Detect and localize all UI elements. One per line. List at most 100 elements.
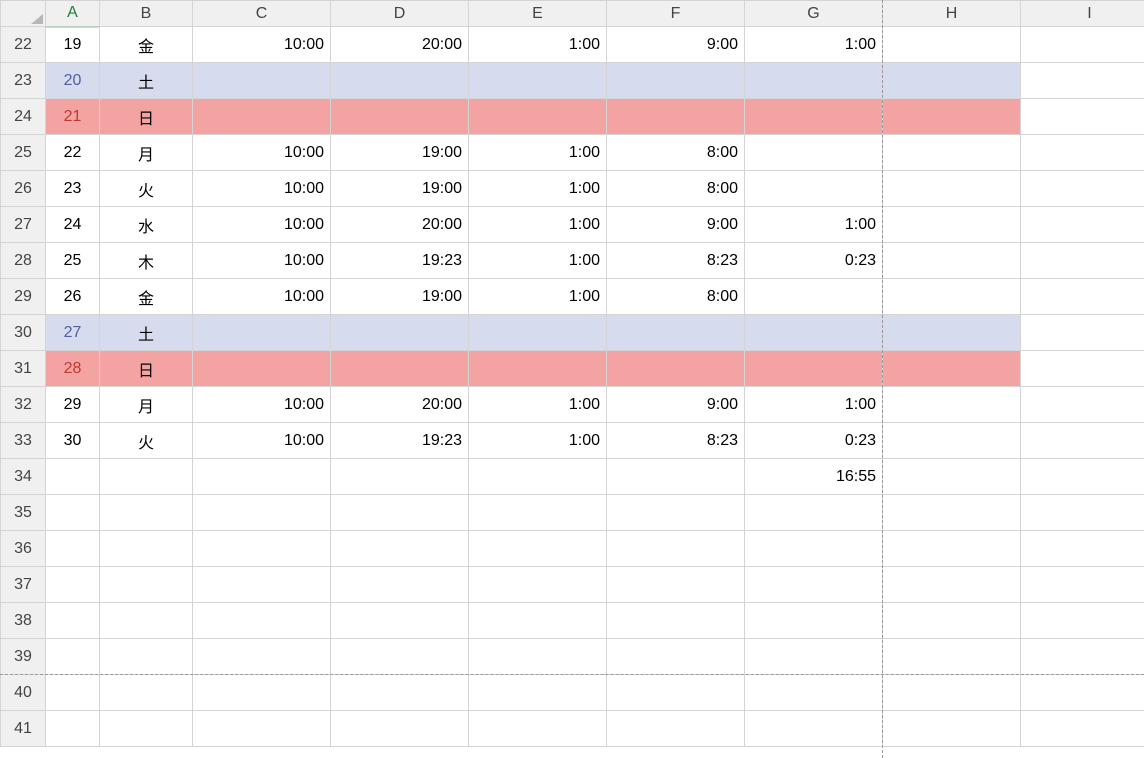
cell-F34[interactable] — [607, 459, 745, 495]
cell-D27[interactable]: 20:00 — [331, 207, 469, 243]
cell-E24[interactable] — [469, 99, 607, 135]
cell-B32[interactable]: 月 — [100, 387, 193, 423]
row-header[interactable]: 35 — [1, 495, 46, 531]
cell-H27[interactable] — [883, 207, 1021, 243]
cell-F27[interactable]: 9:00 — [607, 207, 745, 243]
cell-G28[interactable]: 0:23 — [745, 243, 883, 279]
cell-F22[interactable]: 9:00 — [607, 27, 745, 63]
row-header[interactable]: 24 — [1, 99, 46, 135]
cell-E36[interactable] — [469, 531, 607, 567]
cell-E31[interactable] — [469, 351, 607, 387]
cell-B41[interactable] — [100, 711, 193, 747]
cell-G38[interactable] — [745, 603, 883, 639]
row-header[interactable]: 33 — [1, 423, 46, 459]
cell-H34[interactable] — [883, 459, 1021, 495]
cell-B40[interactable] — [100, 675, 193, 711]
cell-E38[interactable] — [469, 603, 607, 639]
cell-I25[interactable] — [1021, 135, 1144, 171]
cell-C24[interactable] — [193, 99, 331, 135]
cell-B34[interactable] — [100, 459, 193, 495]
cell-F40[interactable] — [607, 675, 745, 711]
cell-A27[interactable]: 24 — [46, 207, 100, 243]
cell-E33[interactable]: 1:00 — [469, 423, 607, 459]
cell-A39[interactable] — [46, 639, 100, 675]
cell-A28[interactable]: 25 — [46, 243, 100, 279]
cell-I34[interactable] — [1021, 459, 1144, 495]
cell-A41[interactable] — [46, 711, 100, 747]
cell-I36[interactable] — [1021, 531, 1144, 567]
cell-H25[interactable] — [883, 135, 1021, 171]
row-header[interactable]: 28 — [1, 243, 46, 279]
cell-D24[interactable] — [331, 99, 469, 135]
cell-H31[interactable] — [883, 351, 1021, 387]
cell-G26[interactable] — [745, 171, 883, 207]
cell-A30[interactable]: 27 — [46, 315, 100, 351]
cell-C41[interactable] — [193, 711, 331, 747]
cell-F25[interactable]: 8:00 — [607, 135, 745, 171]
cell-C26[interactable]: 10:00 — [193, 171, 331, 207]
cell-E35[interactable] — [469, 495, 607, 531]
cell-H40[interactable] — [883, 675, 1021, 711]
cell-G36[interactable] — [745, 531, 883, 567]
cell-B29[interactable]: 金 — [100, 279, 193, 315]
cell-C37[interactable] — [193, 567, 331, 603]
cell-C39[interactable] — [193, 639, 331, 675]
cell-B35[interactable] — [100, 495, 193, 531]
cell-C22[interactable]: 10:00 — [193, 27, 331, 63]
cell-C35[interactable] — [193, 495, 331, 531]
row-header[interactable]: 36 — [1, 531, 46, 567]
spreadsheet-grid[interactable]: A B C D E F G H I 2219金10:0020:001:009:0… — [0, 0, 1144, 747]
cell-G27[interactable]: 1:00 — [745, 207, 883, 243]
cell-C38[interactable] — [193, 603, 331, 639]
cell-H41[interactable] — [883, 711, 1021, 747]
cell-I35[interactable] — [1021, 495, 1144, 531]
cell-I40[interactable] — [1021, 675, 1144, 711]
cell-F35[interactable] — [607, 495, 745, 531]
cell-B38[interactable] — [100, 603, 193, 639]
cell-G34[interactable]: 16:55 — [745, 459, 883, 495]
cell-H36[interactable] — [883, 531, 1021, 567]
row-header[interactable]: 22 — [1, 27, 46, 63]
cell-B37[interactable] — [100, 567, 193, 603]
cell-F41[interactable] — [607, 711, 745, 747]
column-header-A[interactable]: A — [46, 1, 100, 27]
cell-G39[interactable] — [745, 639, 883, 675]
cell-A40[interactable] — [46, 675, 100, 711]
cell-A25[interactable]: 22 — [46, 135, 100, 171]
cell-I22[interactable] — [1021, 27, 1144, 63]
row-header[interactable]: 26 — [1, 171, 46, 207]
cell-E41[interactable] — [469, 711, 607, 747]
cell-B36[interactable] — [100, 531, 193, 567]
cell-H24[interactable] — [883, 99, 1021, 135]
cell-I39[interactable] — [1021, 639, 1144, 675]
cell-F23[interactable] — [607, 63, 745, 99]
cell-E22[interactable]: 1:00 — [469, 27, 607, 63]
cell-I29[interactable] — [1021, 279, 1144, 315]
cell-A37[interactable] — [46, 567, 100, 603]
cell-B24[interactable]: 日 — [100, 99, 193, 135]
row-header[interactable]: 27 — [1, 207, 46, 243]
column-header-B[interactable]: B — [100, 1, 193, 27]
cell-G35[interactable] — [745, 495, 883, 531]
cell-A24[interactable]: 21 — [46, 99, 100, 135]
cell-E32[interactable]: 1:00 — [469, 387, 607, 423]
cell-H35[interactable] — [883, 495, 1021, 531]
cell-C33[interactable]: 10:00 — [193, 423, 331, 459]
cell-A38[interactable] — [46, 603, 100, 639]
cell-E25[interactable]: 1:00 — [469, 135, 607, 171]
column-header-C[interactable]: C — [193, 1, 331, 27]
cell-G31[interactable] — [745, 351, 883, 387]
cell-E30[interactable] — [469, 315, 607, 351]
column-header-G[interactable]: G — [745, 1, 883, 27]
spreadsheet-viewport[interactable]: A B C D E F G H I 2219金10:0020:001:009:0… — [0, 0, 1144, 758]
cell-C27[interactable]: 10:00 — [193, 207, 331, 243]
row-header[interactable]: 37 — [1, 567, 46, 603]
cell-E26[interactable]: 1:00 — [469, 171, 607, 207]
cell-F26[interactable]: 8:00 — [607, 171, 745, 207]
cell-D36[interactable] — [331, 531, 469, 567]
cell-A32[interactable]: 29 — [46, 387, 100, 423]
cell-A35[interactable] — [46, 495, 100, 531]
cell-I27[interactable] — [1021, 207, 1144, 243]
cell-A36[interactable] — [46, 531, 100, 567]
cell-G37[interactable] — [745, 567, 883, 603]
